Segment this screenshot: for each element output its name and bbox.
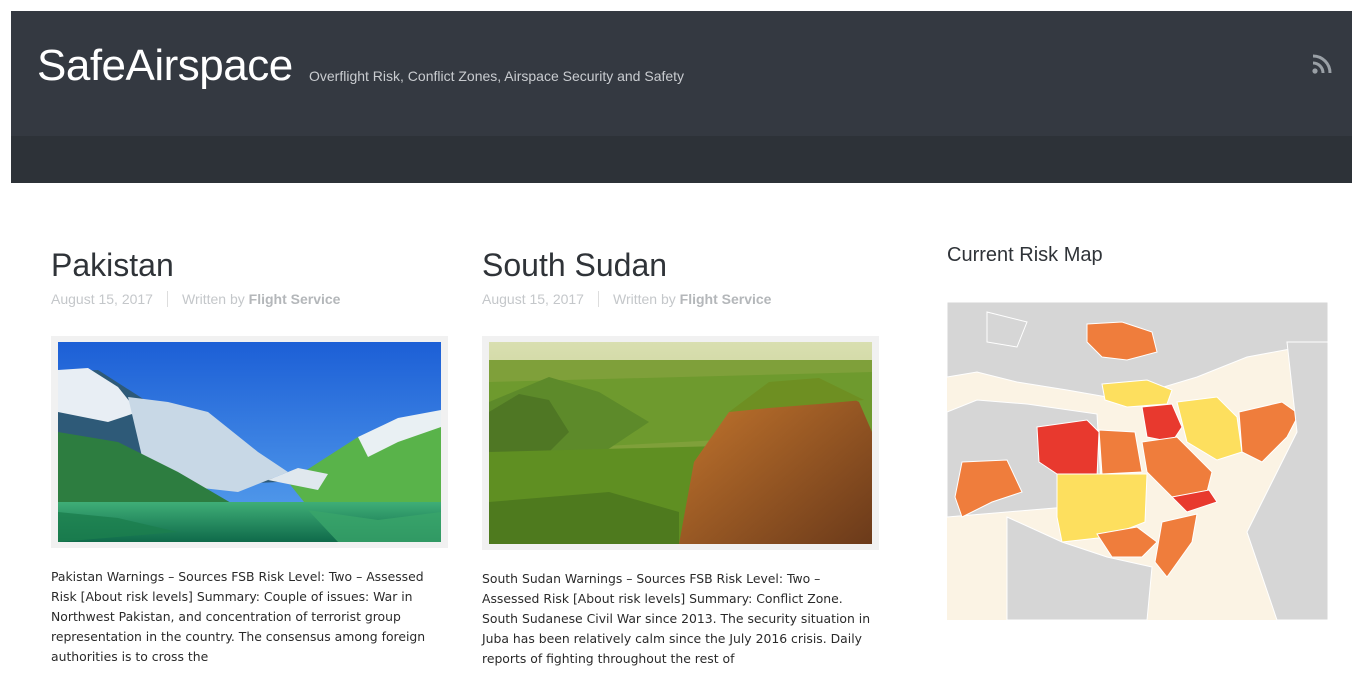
- post-thumbnail[interactable]: [482, 336, 879, 550]
- written-by-label: Written by: [612, 291, 676, 307]
- rss-icon[interactable]: [1311, 53, 1333, 75]
- risk-map[interactable]: [946, 301, 1329, 621]
- post-date: August 15, 2017: [482, 291, 584, 307]
- post-meta: August 15, 2017 Written by Flight Servic…: [482, 291, 882, 307]
- mountain-lake-image: [58, 342, 441, 542]
- post-meta: August 15, 2017 Written by Flight Servic…: [51, 291, 451, 307]
- site-header: SafeAirspace Overflight Risk, Conflict Z…: [11, 11, 1352, 183]
- site-title[interactable]: SafeAirspace: [37, 41, 293, 91]
- written-by-label: Written by: [181, 291, 245, 307]
- post-excerpt: South Sudan Warnings – Sources FSB Risk …: [482, 571, 871, 666]
- post-title[interactable]: South Sudan: [482, 245, 882, 285]
- risk-map-widget: Current Risk Map: [947, 244, 1327, 267]
- post-title[interactable]: Pakistan: [51, 245, 451, 285]
- post-author[interactable]: Flight Service: [680, 291, 772, 307]
- post-south-sudan: South Sudan August 15, 2017 Written by F…: [482, 245, 882, 666]
- risk-map-image: [946, 301, 1329, 621]
- post-excerpt: Pakistan Warnings – Sources FSB Risk Lev…: [51, 569, 426, 664]
- meta-divider: [597, 291, 599, 307]
- post-author[interactable]: Flight Service: [249, 291, 341, 307]
- meta-divider: [166, 291, 168, 307]
- widget-title: Current Risk Map: [947, 244, 1103, 266]
- post-pakistan: Pakistan August 15, 2017 Written by Flig…: [51, 245, 451, 664]
- post-date: August 15, 2017: [51, 291, 153, 307]
- post-thumbnail[interactable]: [51, 336, 448, 548]
- site-tagline: Overflight Risk, Conflict Zones, Airspac…: [309, 68, 685, 84]
- nav-bar: [11, 136, 1352, 183]
- green-landscape-image: [489, 342, 872, 544]
